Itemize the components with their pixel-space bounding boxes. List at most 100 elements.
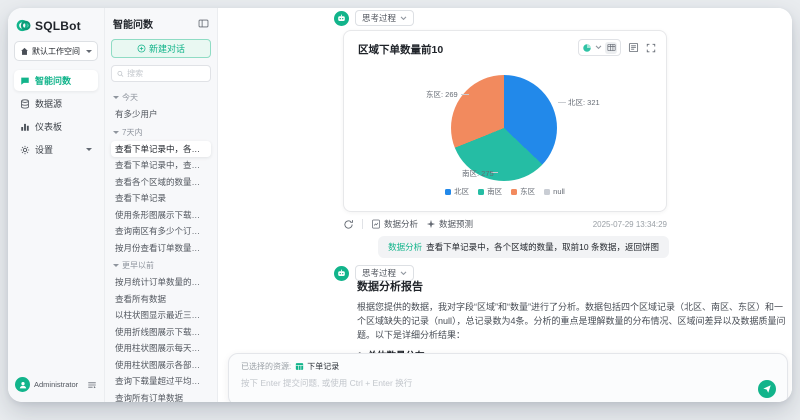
data-predict-button[interactable]: 数据预测 — [426, 218, 473, 230]
history-section-header[interactable]: 更早以前 — [111, 256, 211, 274]
legend-item[interactable]: 东区 — [511, 186, 535, 197]
workspace-selector[interactable]: 默认工作空间 — [14, 41, 98, 61]
refresh-icon[interactable] — [343, 219, 354, 230]
chat-area: 思考过程 区域下单数量前10 东区: 269 北区: 321 南区: 275 北… — [218, 8, 792, 402]
predict-icon — [426, 219, 436, 229]
pie-label-south: 南区: 275 — [462, 169, 494, 178]
history-list: 有多少用户 — [111, 106, 211, 123]
gear-icon — [20, 145, 30, 154]
sidebar: SQLBot 默认工作空间 智能问数 数据源 仪表板 设置 Administra… — [8, 8, 105, 402]
sidebar-item-label: 设置 — [35, 145, 54, 155]
legend-swatch — [478, 188, 485, 195]
history-item[interactable]: 有多少用户 — [111, 106, 211, 123]
history-item[interactable]: 以柱状图显示最近三个月的订单量 — [111, 307, 211, 324]
user-account-row[interactable]: Administrator — [14, 375, 98, 394]
plus-circle-icon — [137, 44, 146, 53]
chevron-down-icon — [113, 96, 119, 102]
legend-item[interactable]: 北区 — [445, 186, 469, 197]
history-item[interactable]: 查看所有数据 — [111, 291, 211, 308]
history-panel: 智能问数 新建对话 今天 有多少用户 7天内 查看下单记录中，各个区域的数量..… — [105, 8, 218, 402]
legend-swatch — [511, 188, 518, 195]
logo-row: SQLBot — [14, 17, 98, 41]
legend-label: 东区 — [520, 187, 536, 196]
history-panel-title: 智能问数 — [113, 20, 153, 31]
workspace-icon — [20, 47, 29, 56]
account-menu-icon[interactable] — [87, 380, 97, 390]
history-item[interactable]: 使用条形图展示下载量排名靠前的日... — [111, 207, 211, 224]
history-item[interactable]: 使用柱状图展示每天的下载量变化 — [111, 340, 211, 357]
analysis-report: 数据分析报告 根据您提供的数据，我对字段“区域”和“数量”进行了分析。数据包括四… — [357, 278, 787, 362]
analyze-icon — [372, 219, 380, 229]
chevron-down-icon — [595, 45, 602, 50]
user-message: 数据分析 查看下单记录中，各个区域的数量，取前10 条数据，返回饼图 — [378, 236, 669, 258]
resource-name: 下单记录 — [307, 362, 340, 371]
search-box[interactable] — [111, 65, 211, 82]
history-item[interactable]: 查询下载量超过平均值的日期 — [111, 373, 211, 390]
assistant-avatar — [334, 11, 349, 26]
chart-type-switcher[interactable] — [578, 39, 621, 56]
history-item[interactable]: 查看各个区域的数量，取前10 条数... — [111, 174, 211, 191]
history-item[interactable]: 查询南区有多少个订单数 — [111, 223, 211, 240]
message-timestamp: 2025-07-29 13:34:29 — [592, 219, 667, 229]
chart-card: 区域下单数量前10 东区: 269 北区: 321 南区: 275 北区 南区 … — [343, 30, 667, 212]
thinking-process-toggle[interactable]: 思考过程 — [355, 10, 415, 26]
message-tag: 数据分析 — [388, 242, 423, 252]
label-line — [558, 102, 566, 103]
chevron-down-icon — [400, 15, 407, 20]
section-label: 今天 — [122, 93, 138, 102]
message-actions: 数据分析 数据预测 2025-07-29 13:34:29 — [343, 218, 667, 230]
send-button[interactable] — [758, 380, 776, 398]
history-item[interactable]: 使用柱状图展示各部门员工数 — [111, 357, 211, 374]
thinking-label: 思考过程 — [362, 13, 397, 23]
legend-item[interactable]: null — [544, 187, 565, 196]
sidebar-item-chat[interactable]: 智能问数 — [14, 70, 98, 91]
history-item[interactable]: 使用折线图展示下载量随日期的变... — [111, 324, 211, 341]
pie-label-north: 北区: 321 — [568, 98, 600, 107]
predict-label: 数据预测 — [439, 219, 474, 229]
sqlbot-logo-icon — [16, 18, 31, 33]
history-section-header[interactable]: 7天内 — [111, 123, 211, 141]
history-item[interactable]: 按月份查看订单数量趋势，使用折... — [111, 240, 211, 257]
analyze-label: 数据分析 — [384, 219, 419, 229]
history-item[interactable]: 查看下单记录中，各个区域的数量... — [111, 140, 211, 157]
history-list: 按月统计订单数量的环比增长率查看所有数据以柱状图显示最近三个月的订单量使用折线图… — [111, 274, 211, 402]
user-message-text: 查看下单记录中，各个区域的数量，取前10 条数据，返回饼图 — [426, 242, 659, 252]
legend-swatch — [544, 188, 551, 195]
new-chat-button[interactable]: 新建对话 — [111, 39, 211, 58]
table-view-icon[interactable] — [605, 41, 617, 54]
chevron-down-icon — [400, 270, 407, 275]
app-window: SQLBot 默认工作空间 智能问数 数据源 仪表板 设置 Administra… — [8, 8, 792, 402]
history-item[interactable]: 查看下单记录 — [111, 190, 211, 207]
selected-resource-chip[interactable]: 下单记录 — [295, 361, 339, 372]
question-input-panel: 已选择的资源: 下单记录 — [228, 353, 788, 402]
history-section-header[interactable]: 今天 — [111, 88, 211, 106]
fullscreen-icon[interactable] — [646, 43, 656, 53]
assistant-avatar — [334, 266, 349, 281]
brand-name: SQLBot — [35, 18, 81, 33]
legend-swatch — [445, 188, 452, 195]
database-icon — [21, 98, 29, 109]
question-input[interactable] — [241, 378, 721, 388]
report-paragraph: 根据您提供的数据，我对字段“区域”和“数量”进行了分析。数据包括四个区域记录（北… — [357, 302, 786, 340]
history-item[interactable]: 按月统计订单数量的环比增长率 — [111, 274, 211, 291]
search-input[interactable] — [127, 69, 205, 78]
table-resource-icon — [296, 363, 304, 370]
legend-label: null — [553, 187, 565, 196]
history-item[interactable]: 查看下单记录中，查看各个区域的... — [111, 157, 211, 174]
legend-label: 南区 — [487, 187, 503, 196]
chart-legend: 北区 南区 东区 null — [344, 186, 666, 197]
history-item[interactable]: 查询所有订单数据 — [111, 390, 211, 403]
view-data-icon[interactable] — [628, 42, 639, 53]
data-analyze-button[interactable]: 数据分析 — [371, 218, 418, 230]
sidebar-item-datasource[interactable]: 数据源 — [14, 93, 98, 114]
divider — [362, 219, 363, 229]
collapse-panel-icon[interactable] — [198, 18, 209, 29]
pie-chart-icon — [583, 43, 591, 52]
legend-item[interactable]: 南区 — [478, 186, 502, 197]
report-title: 数据分析报告 — [357, 281, 423, 293]
sidebar-item-dashboard[interactable]: 仪表板 — [14, 116, 98, 137]
sidebar-item-label: 数据源 — [35, 99, 63, 109]
sidebar-item-settings[interactable]: 设置 — [14, 139, 98, 160]
chat-icon — [21, 77, 29, 85]
user-avatar — [15, 377, 30, 392]
